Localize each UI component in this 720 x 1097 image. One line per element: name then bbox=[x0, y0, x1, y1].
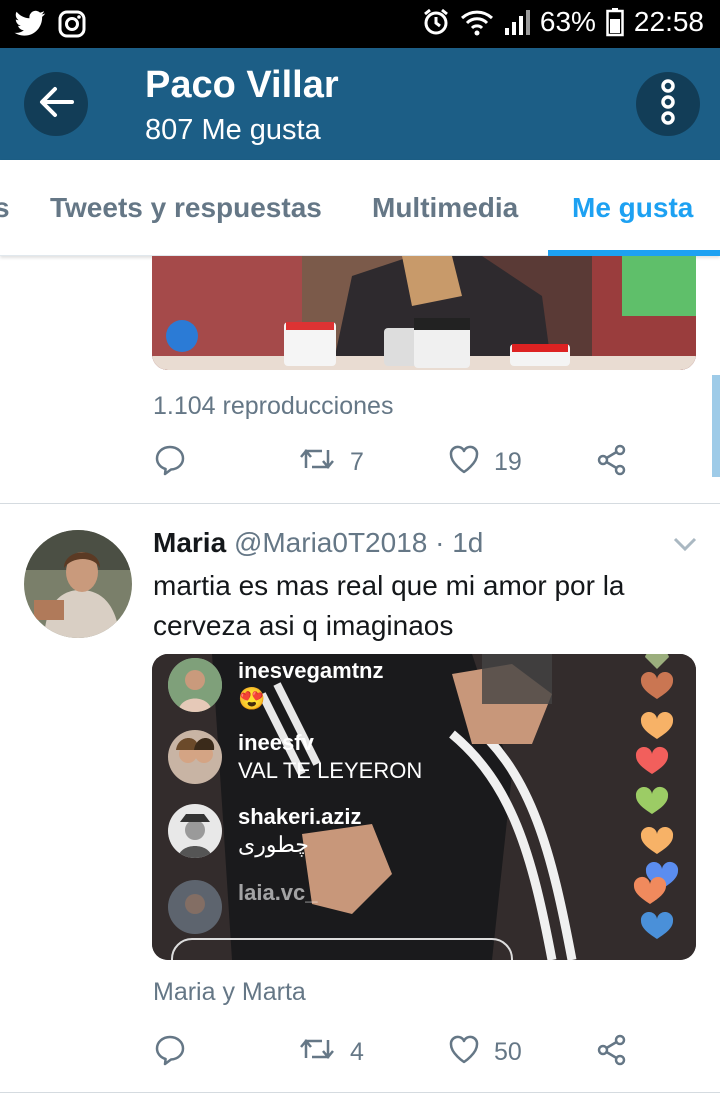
commenter-username: inesvegamtnz bbox=[238, 658, 384, 683]
heart-icon bbox=[448, 444, 480, 481]
profile-header: Paco Villar 807 Me gusta bbox=[0, 48, 720, 160]
reply-button[interactable] bbox=[154, 444, 186, 483]
live-comment: ineesfv VAL TE LEYERON bbox=[168, 730, 422, 784]
tweet-actions: 4 50 bbox=[0, 1034, 720, 1074]
instagram-icon bbox=[58, 10, 86, 38]
tweet-divider bbox=[0, 503, 720, 504]
tab-tweets-replies[interactable]: Tweets y respuestas bbox=[50, 192, 322, 224]
like-button[interactable]: 50 bbox=[448, 1034, 522, 1071]
commenter-avatar bbox=[168, 804, 222, 858]
tab-previous-partial[interactable]: s bbox=[0, 192, 10, 224]
live-comment: inesvegamtnz 😍 bbox=[168, 658, 384, 712]
arrow-left-icon bbox=[38, 86, 74, 123]
clock: 22:58 bbox=[633, 6, 704, 37]
retweet-count: 7 bbox=[350, 448, 364, 476]
comment-text: VAL TE LEYERON bbox=[238, 758, 423, 783]
media-caption: Maria y Marta bbox=[153, 978, 306, 1006]
retweet-icon bbox=[298, 444, 336, 481]
commenter-username: laia.vc_ bbox=[238, 880, 318, 905]
more-vertical-icon bbox=[660, 78, 676, 130]
comment-text: 😍 bbox=[238, 686, 266, 711]
commenter-avatar bbox=[168, 658, 222, 712]
retweet-count: 4 bbox=[350, 1038, 364, 1066]
share-button[interactable] bbox=[596, 444, 628, 483]
like-count: 50 bbox=[494, 1038, 522, 1066]
tweet-video-thumbnail[interactable] bbox=[152, 256, 696, 370]
commenter-username: ineesfv bbox=[238, 730, 314, 755]
author-name[interactable]: Maria bbox=[153, 527, 226, 558]
heart-icon bbox=[448, 1034, 480, 1071]
signal-icon bbox=[504, 8, 530, 36]
wifi-icon bbox=[460, 8, 494, 36]
back-button[interactable] bbox=[24, 72, 88, 136]
tweet-menu-button[interactable] bbox=[672, 536, 698, 557]
commenter-avatar bbox=[168, 730, 222, 784]
live-comment: shakeri.aziz چطوری bbox=[168, 804, 362, 858]
retweet-button[interactable]: 7 bbox=[298, 444, 364, 481]
share-icon bbox=[596, 444, 628, 483]
share-button[interactable] bbox=[596, 1034, 628, 1073]
reply-icon bbox=[154, 444, 186, 483]
tweet-header: Maria @Maria0T2018 · 1d bbox=[153, 527, 483, 559]
tweet-video[interactable]: inesvegamtnz 😍 ineesfv VAL TE LEYERON sh… bbox=[152, 654, 696, 960]
live-comment: laia.vc_ bbox=[168, 880, 318, 934]
twitter-icon bbox=[14, 10, 46, 38]
like-count: 19 bbox=[494, 448, 522, 476]
status-bar: 63% 22:58 bbox=[0, 0, 720, 48]
page-title: Paco Villar bbox=[145, 64, 339, 106]
retweet-icon bbox=[298, 1034, 336, 1071]
commenter-username: shakeri.aziz bbox=[238, 804, 362, 829]
more-options-button[interactable] bbox=[636, 72, 700, 136]
view-count: 1.104 reproducciones bbox=[153, 392, 394, 420]
battery-level: 63% bbox=[539, 6, 596, 37]
profile-tabs: s Tweets y respuestas Multimedia Me gust… bbox=[0, 160, 720, 256]
alarm-icon bbox=[422, 8, 450, 36]
author-handle[interactable]: @Maria0T2018 bbox=[234, 527, 427, 558]
chevron-down-icon bbox=[672, 537, 698, 556]
battery-icon bbox=[606, 7, 624, 37]
commenter-avatar bbox=[168, 880, 222, 934]
reply-button[interactable] bbox=[154, 1034, 186, 1073]
tweet-text: martia es mas real que mi amor por la ce… bbox=[153, 570, 625, 641]
retweet-button[interactable]: 4 bbox=[298, 1034, 364, 1071]
tweet-divider bbox=[0, 1092, 720, 1093]
share-icon bbox=[596, 1034, 628, 1073]
tweet-time: · 1d bbox=[435, 527, 484, 558]
reply-icon bbox=[154, 1034, 186, 1073]
tab-media[interactable]: Multimedia bbox=[372, 192, 518, 224]
tweet-actions: 7 19 bbox=[0, 444, 720, 484]
like-button[interactable]: 19 bbox=[448, 444, 522, 481]
avatar[interactable] bbox=[24, 530, 132, 638]
likes-count: 807 Me gusta bbox=[145, 114, 321, 146]
comment-text: چطوری bbox=[238, 832, 309, 857]
tab-likes[interactable]: Me gusta bbox=[572, 192, 693, 224]
